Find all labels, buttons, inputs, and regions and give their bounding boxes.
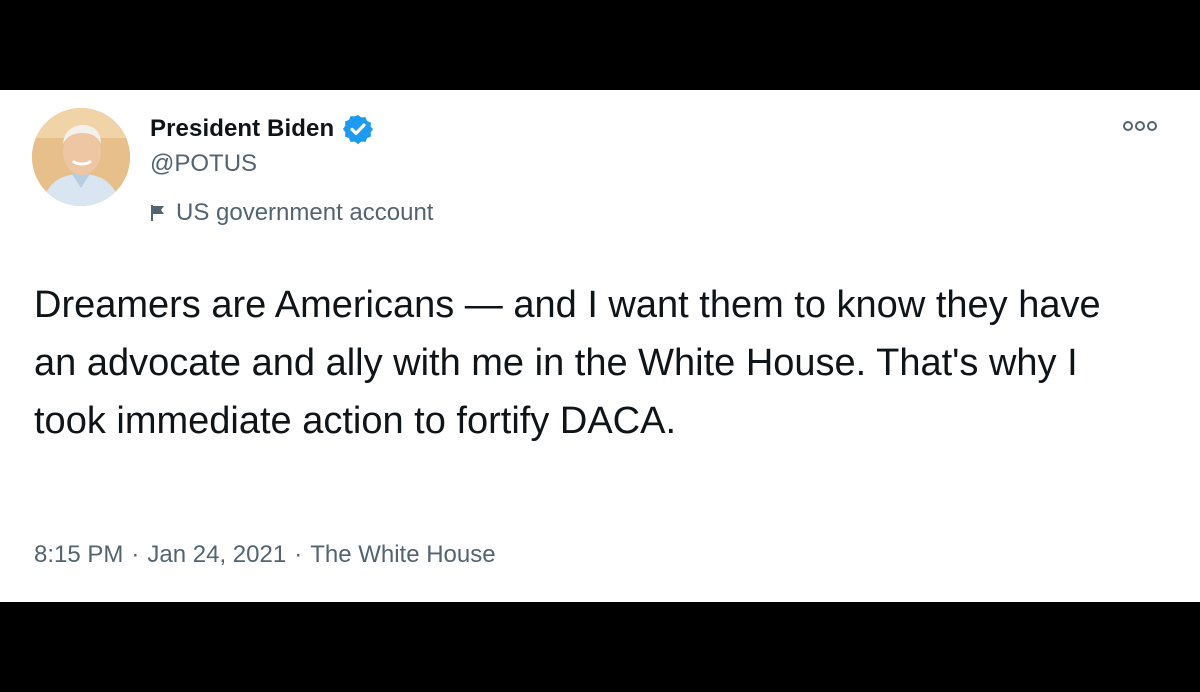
tweet-source[interactable]: The White House (310, 541, 495, 569)
author-handle[interactable]: @POTUS (150, 150, 257, 178)
account-label[interactable]: US government account (176, 199, 433, 227)
tweet-time[interactable]: 8:15 PM (34, 541, 123, 569)
tweet-text: Dreamers are Americans — and I want them… (34, 284, 1101, 442)
tweet-meta: 8:15 PM · Jan 24, 2021 · The White House (34, 538, 496, 572)
avatar[interactable] (32, 108, 130, 206)
screenshot-frame: President Biden @POTUS US government acc… (0, 0, 1200, 692)
meta-separator: · (131, 541, 140, 568)
account-label-row: US government account (150, 196, 433, 230)
author-row: President Biden (150, 112, 374, 146)
meta-separator: · (294, 541, 303, 568)
avatar-image (32, 108, 130, 206)
verified-badge-icon (343, 115, 374, 145)
flag-icon (151, 205, 164, 221)
more-options-icon[interactable] (1120, 118, 1160, 134)
tweet-date[interactable]: Jan 24, 2021 (147, 541, 286, 569)
author-name[interactable]: President Biden (150, 115, 334, 143)
